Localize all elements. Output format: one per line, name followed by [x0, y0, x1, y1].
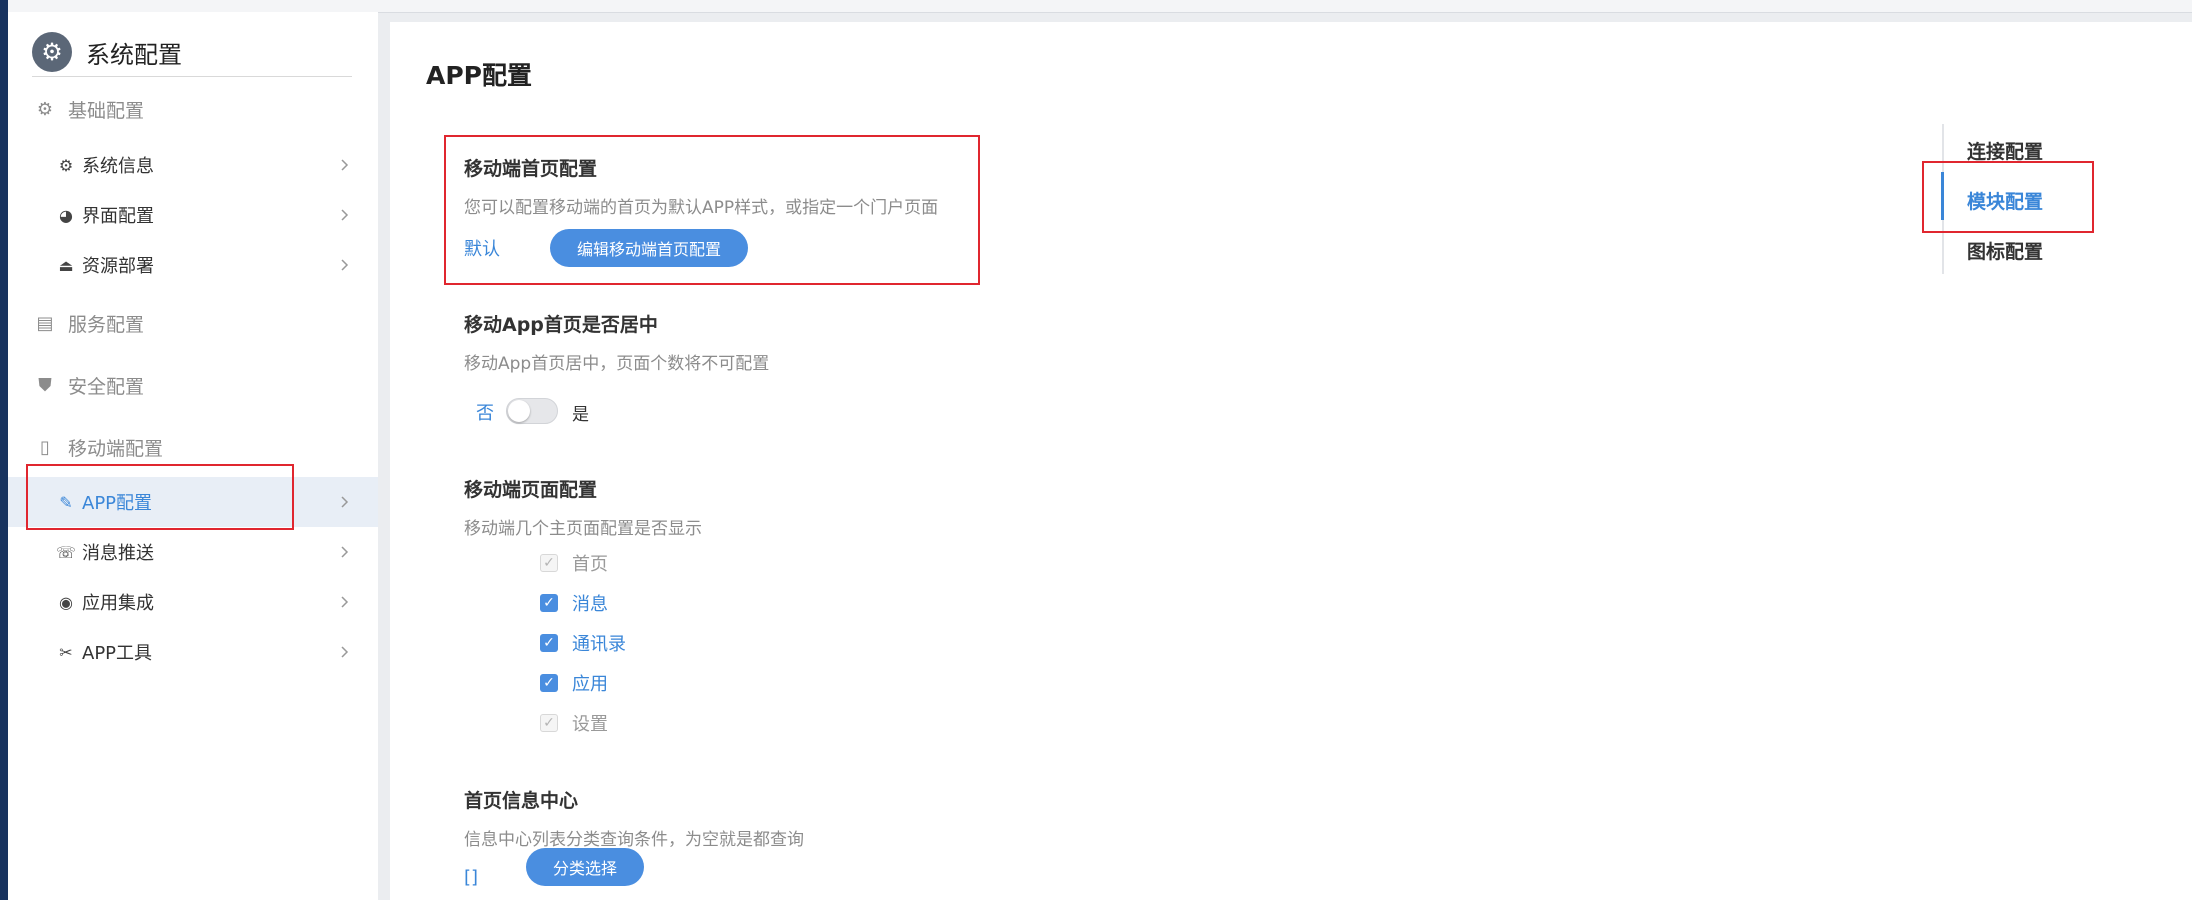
sidebar-item-label: 应用集成 — [82, 593, 154, 614]
pages-config-title: 移动端页面配置 — [464, 479, 598, 501]
main-panel: APP配置 移动端首页配置 您可以配置移动端的首页为默认APP样式，或指定一个门… — [390, 22, 2192, 900]
toggle-knob — [508, 400, 530, 422]
tools-icon: ✂ — [59, 642, 73, 662]
sidebar-item-resource-deploy[interactable]: ⏏ 资源部署 — [8, 240, 378, 290]
mobile-icon: ▯ — [40, 437, 50, 458]
center-config-title: 移动App首页是否居中 — [464, 314, 658, 336]
option-label: 消息 — [572, 594, 608, 615]
chevron-right-icon — [341, 496, 349, 508]
deploy-icon: ⏏ — [58, 255, 74, 275]
settings-gear-icon: ⚙ — [32, 32, 72, 72]
sidebar-item-label: 消息推送 — [82, 543, 154, 564]
option-label: 首页 — [572, 554, 608, 575]
edit-home-config-button[interactable]: 编辑移动端首页配置 — [550, 229, 748, 267]
sidebar-item-label: APP工具 — [82, 643, 153, 664]
chevron-right-icon — [341, 259, 349, 271]
page-option-home: ✓ 首页 — [540, 548, 608, 578]
page-option-apps[interactable]: ✓ 应用 — [540, 668, 608, 698]
center-config-desc: 移动App首页居中，页面个数将不可配置 — [464, 354, 770, 374]
sidebar-item-app-tools[interactable]: ✂ APP工具 — [8, 627, 378, 677]
checkbox-checked-disabled-icon: ✓ — [540, 554, 558, 572]
group-label: 移动端配置 — [68, 438, 164, 460]
sidebar-item-message-push[interactable]: ☏ 消息推送 — [8, 527, 378, 577]
chevron-right-icon — [341, 646, 349, 658]
sidebar-item-label: 系统信息 — [82, 156, 154, 177]
highlight-box-app-config — [26, 464, 294, 530]
page-title: APP配置 — [426, 61, 532, 90]
server-icon: ▤ — [36, 313, 54, 334]
group-security-config[interactable]: ⛊ 安全配置 — [34, 372, 144, 399]
home-config-title: 移动端首页配置 — [464, 158, 598, 180]
sidebar-item-label: 界面配置 — [82, 206, 154, 227]
sidebar-item-label: 资源部署 — [82, 256, 154, 277]
option-label: 通讯录 — [572, 634, 626, 655]
pages-config-desc: 移动端几个主页面配置是否显示 — [464, 519, 702, 539]
sidebar-title: 系统配置 — [86, 40, 182, 69]
group-mobile-config[interactable]: ▯ 移动端配置 — [34, 434, 163, 461]
chevron-right-icon — [341, 159, 349, 171]
sidebar: ⚙ 系统配置 ⚙ 基础配置 ⚙ 系统信息 ◕ 界面配置 ⏏ 资源部署 ▤ 服务配… — [8, 12, 378, 900]
page-option-contacts[interactable]: ✓ 通讯录 — [540, 628, 626, 658]
group-label: 基础配置 — [68, 100, 145, 122]
compass-icon: ◉ — [59, 592, 73, 612]
gear-icon: ⚙ — [58, 155, 74, 175]
toggle-on-label: 是 — [572, 405, 589, 425]
gear-icon: ⚙ — [36, 99, 54, 120]
anchor-connection-config[interactable]: 连接配置 — [1967, 137, 2043, 164]
home-config-current-value[interactable]: 默认 — [464, 235, 500, 261]
sidebar-divider — [32, 76, 352, 77]
checkbox-checked-icon[interactable]: ✓ — [540, 634, 558, 652]
highlight-box-module-config — [1922, 161, 2094, 233]
group-label: 服务配置 — [68, 314, 145, 336]
toggle-off-label: 否 — [476, 403, 494, 424]
info-center-value: [] — [464, 867, 479, 888]
sidebar-header: ⚙ 系统配置 — [32, 32, 182, 72]
checkbox-checked-icon[interactable]: ✓ — [540, 594, 558, 612]
home-config-desc: 您可以配置移动端的首页为默认APP样式，或指定一个门户页面 — [464, 198, 939, 218]
chevron-right-icon — [341, 546, 349, 558]
palette-icon: ◕ — [59, 205, 73, 225]
category-select-button[interactable]: 分类选择 — [526, 848, 644, 886]
info-center-title: 首页信息中心 — [464, 790, 579, 812]
sidebar-item-system-info[interactable]: ⚙ 系统信息 — [8, 140, 378, 190]
checkbox-checked-disabled-icon: ✓ — [540, 714, 558, 732]
sidebar-item-ui-config[interactable]: ◕ 界面配置 — [8, 190, 378, 240]
group-label: 安全配置 — [68, 376, 145, 398]
anchor-icon-config[interactable]: 图标配置 — [1967, 237, 2043, 264]
checkbox-checked-icon[interactable]: ✓ — [540, 674, 558, 692]
option-label: 应用 — [572, 674, 608, 695]
info-center-desc: 信息中心列表分类查询条件，为空就是都查询 — [464, 830, 804, 850]
center-toggle-switch[interactable] — [506, 398, 558, 424]
sidebar-item-app-integration[interactable]: ◉ 应用集成 — [8, 577, 378, 627]
left-nav-strip — [0, 0, 8, 900]
page-option-message[interactable]: ✓ 消息 — [540, 588, 608, 618]
message-icon: ☏ — [56, 542, 77, 562]
chevron-right-icon — [341, 596, 349, 608]
shield-icon: ⛊ — [38, 375, 52, 396]
page-option-settings: ✓ 设置 — [540, 708, 608, 738]
group-basic-config[interactable]: ⚙ 基础配置 — [34, 96, 144, 123]
group-service-config[interactable]: ▤ 服务配置 — [34, 310, 144, 337]
chevron-right-icon — [341, 209, 349, 221]
option-label: 设置 — [572, 714, 608, 735]
